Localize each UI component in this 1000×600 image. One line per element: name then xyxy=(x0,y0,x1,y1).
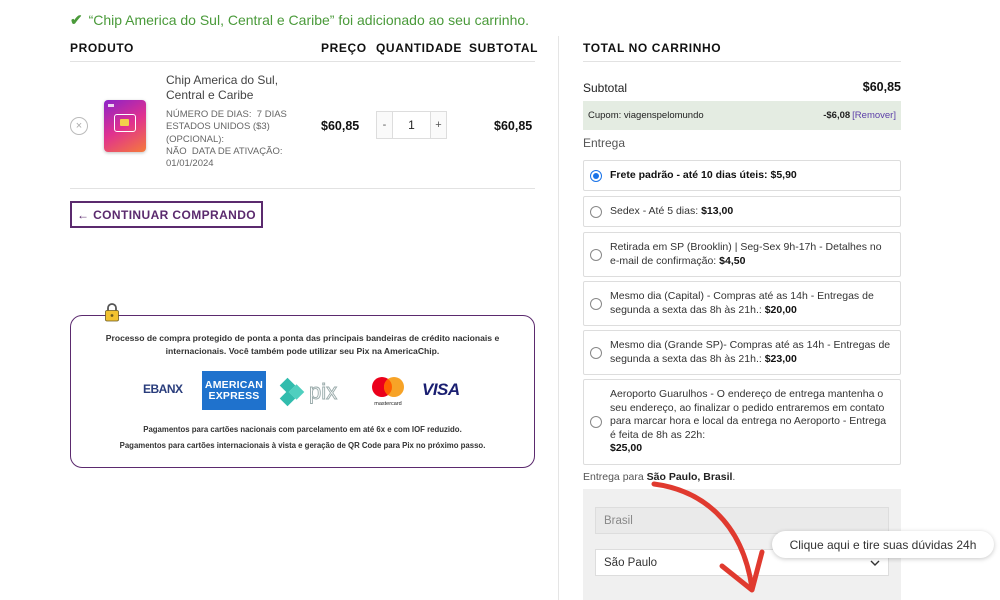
remove-item-button[interactable]: × xyxy=(70,117,88,135)
added-to-cart-notice: ✔ “Chip America do Sul, Central e Caribe… xyxy=(70,11,529,29)
header-product: PRODUTO xyxy=(70,41,134,55)
remove-coupon-link[interactable]: [Remover] xyxy=(852,110,896,121)
qty-decrease-button[interactable]: - xyxy=(377,112,393,138)
shipping-option-same-day-capital[interactable]: Mesmo dia (Capital) - Compras até as 14h… xyxy=(583,281,901,326)
shipping-capital-text: Mesmo dia (Capital) - Compras até as 14h… xyxy=(610,290,874,316)
check-icon: ✔ xyxy=(70,12,83,29)
country-field[interactable]: Brasil xyxy=(595,507,889,534)
ebanx-logo: EBANX xyxy=(143,382,183,396)
header-subtotal: SUBTOTAL xyxy=(469,41,539,55)
qty-increase-button[interactable]: + xyxy=(430,112,446,138)
shipping-pickup-text: Retirada em SP (Brooklin) | Seg-Sex 9h-1… xyxy=(610,241,882,267)
product-thumbnail[interactable] xyxy=(104,100,146,152)
ship-to-prefix: Entrega para xyxy=(583,471,644,483)
header-price: PREÇO xyxy=(321,41,367,55)
state-select-value: São Paulo xyxy=(604,556,658,569)
international-cards-note: Pagamentos para cartões internacionais à… xyxy=(119,441,486,450)
meta-activation-label: DATA DE ATIVAÇÃO: xyxy=(191,146,283,157)
shipping-capital-price: $20,00 xyxy=(764,303,797,316)
meta-activation: NÃO DATA DE ATIVAÇÃO: xyxy=(166,146,306,159)
coupon-row: Cupom: viagenspelomundo -$6,08 [Remover] xyxy=(583,101,901,130)
radio-standard[interactable] xyxy=(590,169,602,182)
meta-us-optional: ESTADOS UNIDOS ($3) (OPCIONAL): xyxy=(166,121,270,145)
shipping-pickup-price: $4,50 xyxy=(719,254,746,267)
coupon-discount: -$6,08 xyxy=(823,110,851,121)
amex-line2: EXPRESS xyxy=(208,389,260,402)
meta-days-value: 7 DIAS xyxy=(256,109,287,120)
secure-purchase-text: Processo de compra protegido de ponta a … xyxy=(105,333,500,356)
row-divider xyxy=(70,188,535,189)
amex-line1: AMERICAN xyxy=(204,378,264,391)
cart-totals-title: TOTAL NO CARRINHO xyxy=(583,41,722,55)
shipping-option-airport[interactable]: Aeroporto Guarulhos - O endereço de entr… xyxy=(583,379,901,465)
item-subtotal: $60,85 xyxy=(494,119,533,133)
shipping-airport-price: $25,00 xyxy=(610,442,643,455)
visa-logo: VISA xyxy=(422,380,460,399)
header-quantity: QUANTIDADE xyxy=(376,41,462,55)
chevron-down-icon xyxy=(870,560,880,566)
help-chat-bubble[interactable]: Clique aqui e tire suas dúvidas 24h xyxy=(772,531,994,558)
mastercard-logo: mastercard xyxy=(369,375,407,407)
subtotal-label: Subtotal xyxy=(583,81,628,95)
ship-to-place: São Paulo, Brasil xyxy=(646,471,733,483)
svg-text:mastercard: mastercard xyxy=(374,401,402,407)
qty-input[interactable]: 1 xyxy=(393,112,430,138)
shipping-label: Entrega xyxy=(583,136,626,150)
continue-shopping-button[interactable]: ← CONTINUAR COMPRANDO xyxy=(70,201,263,228)
subtotal-value: $60,85 xyxy=(862,80,901,94)
lock-icon xyxy=(105,303,119,322)
meta-us-value: NÃO xyxy=(166,146,187,157)
radio-same-day-greater-sp[interactable] xyxy=(590,346,602,359)
svg-text:pix: pix xyxy=(309,379,337,404)
coupon-label: Cupom: viagenspelomundo xyxy=(588,110,704,121)
sim-card-icon xyxy=(114,114,136,132)
shipping-option-pickup[interactable]: Retirada em SP (Brooklin) | Seg-Sex 9h-1… xyxy=(583,232,901,277)
item-price: $60,85 xyxy=(321,119,360,133)
american-express-logo: AMERICAN EXPRESS xyxy=(202,371,266,410)
header-divider xyxy=(70,61,535,62)
notice-text: “Chip America do Sul, Central e Caribe” … xyxy=(88,12,530,28)
radio-pickup[interactable] xyxy=(590,248,602,261)
shipping-airport-text: Aeroporto Guarulhos - O endereço de entr… xyxy=(610,388,887,441)
shipping-standard-text: Frete padrão - até 10 dias úteis: xyxy=(610,168,768,181)
radio-sedex[interactable] xyxy=(590,205,602,218)
meta-days: NÚMERO DE DIAS: 7 DIAS xyxy=(166,109,306,122)
shipping-greater-sp-text: Mesmo dia (Grande SP)- Compras até as 14… xyxy=(610,339,891,365)
shipping-sedex-price: $13,00 xyxy=(701,204,734,217)
radio-airport[interactable] xyxy=(590,416,602,428)
shipping-option-same-day-greater-sp[interactable]: Mesmo dia (Grande SP)- Compras até as 14… xyxy=(583,330,901,375)
shipping-standard-price: $5,90 xyxy=(770,168,797,181)
pix-logo: pix xyxy=(279,377,338,407)
meta-days-label: NÚMERO DE DIAS: xyxy=(166,109,252,120)
national-cards-note: Pagamentos para cartões nacionais com pa… xyxy=(143,425,462,434)
product-name-link[interactable]: Chip America do Sul, Central e Caribe xyxy=(166,73,296,103)
meta-activation-date: 01/01/2024 xyxy=(166,158,214,169)
quantity-stepper[interactable]: - 1 + xyxy=(376,111,447,139)
shipping-option-sedex[interactable]: Sedex - Até 5 dias: $13,00 xyxy=(583,196,901,227)
column-divider xyxy=(558,36,559,600)
totals-header-divider xyxy=(583,61,901,62)
shipping-option-standard[interactable]: Frete padrão - até 10 dias úteis: $5,90 xyxy=(583,160,901,191)
shipping-greater-sp-price: $23,00 xyxy=(764,352,797,365)
shipping-sedex-text: Sedex - Até 5 dias: xyxy=(610,204,699,217)
ship-to-text: Entrega para São Paulo, Brasil. xyxy=(583,471,736,483)
radio-same-day-capital[interactable] xyxy=(590,297,602,310)
